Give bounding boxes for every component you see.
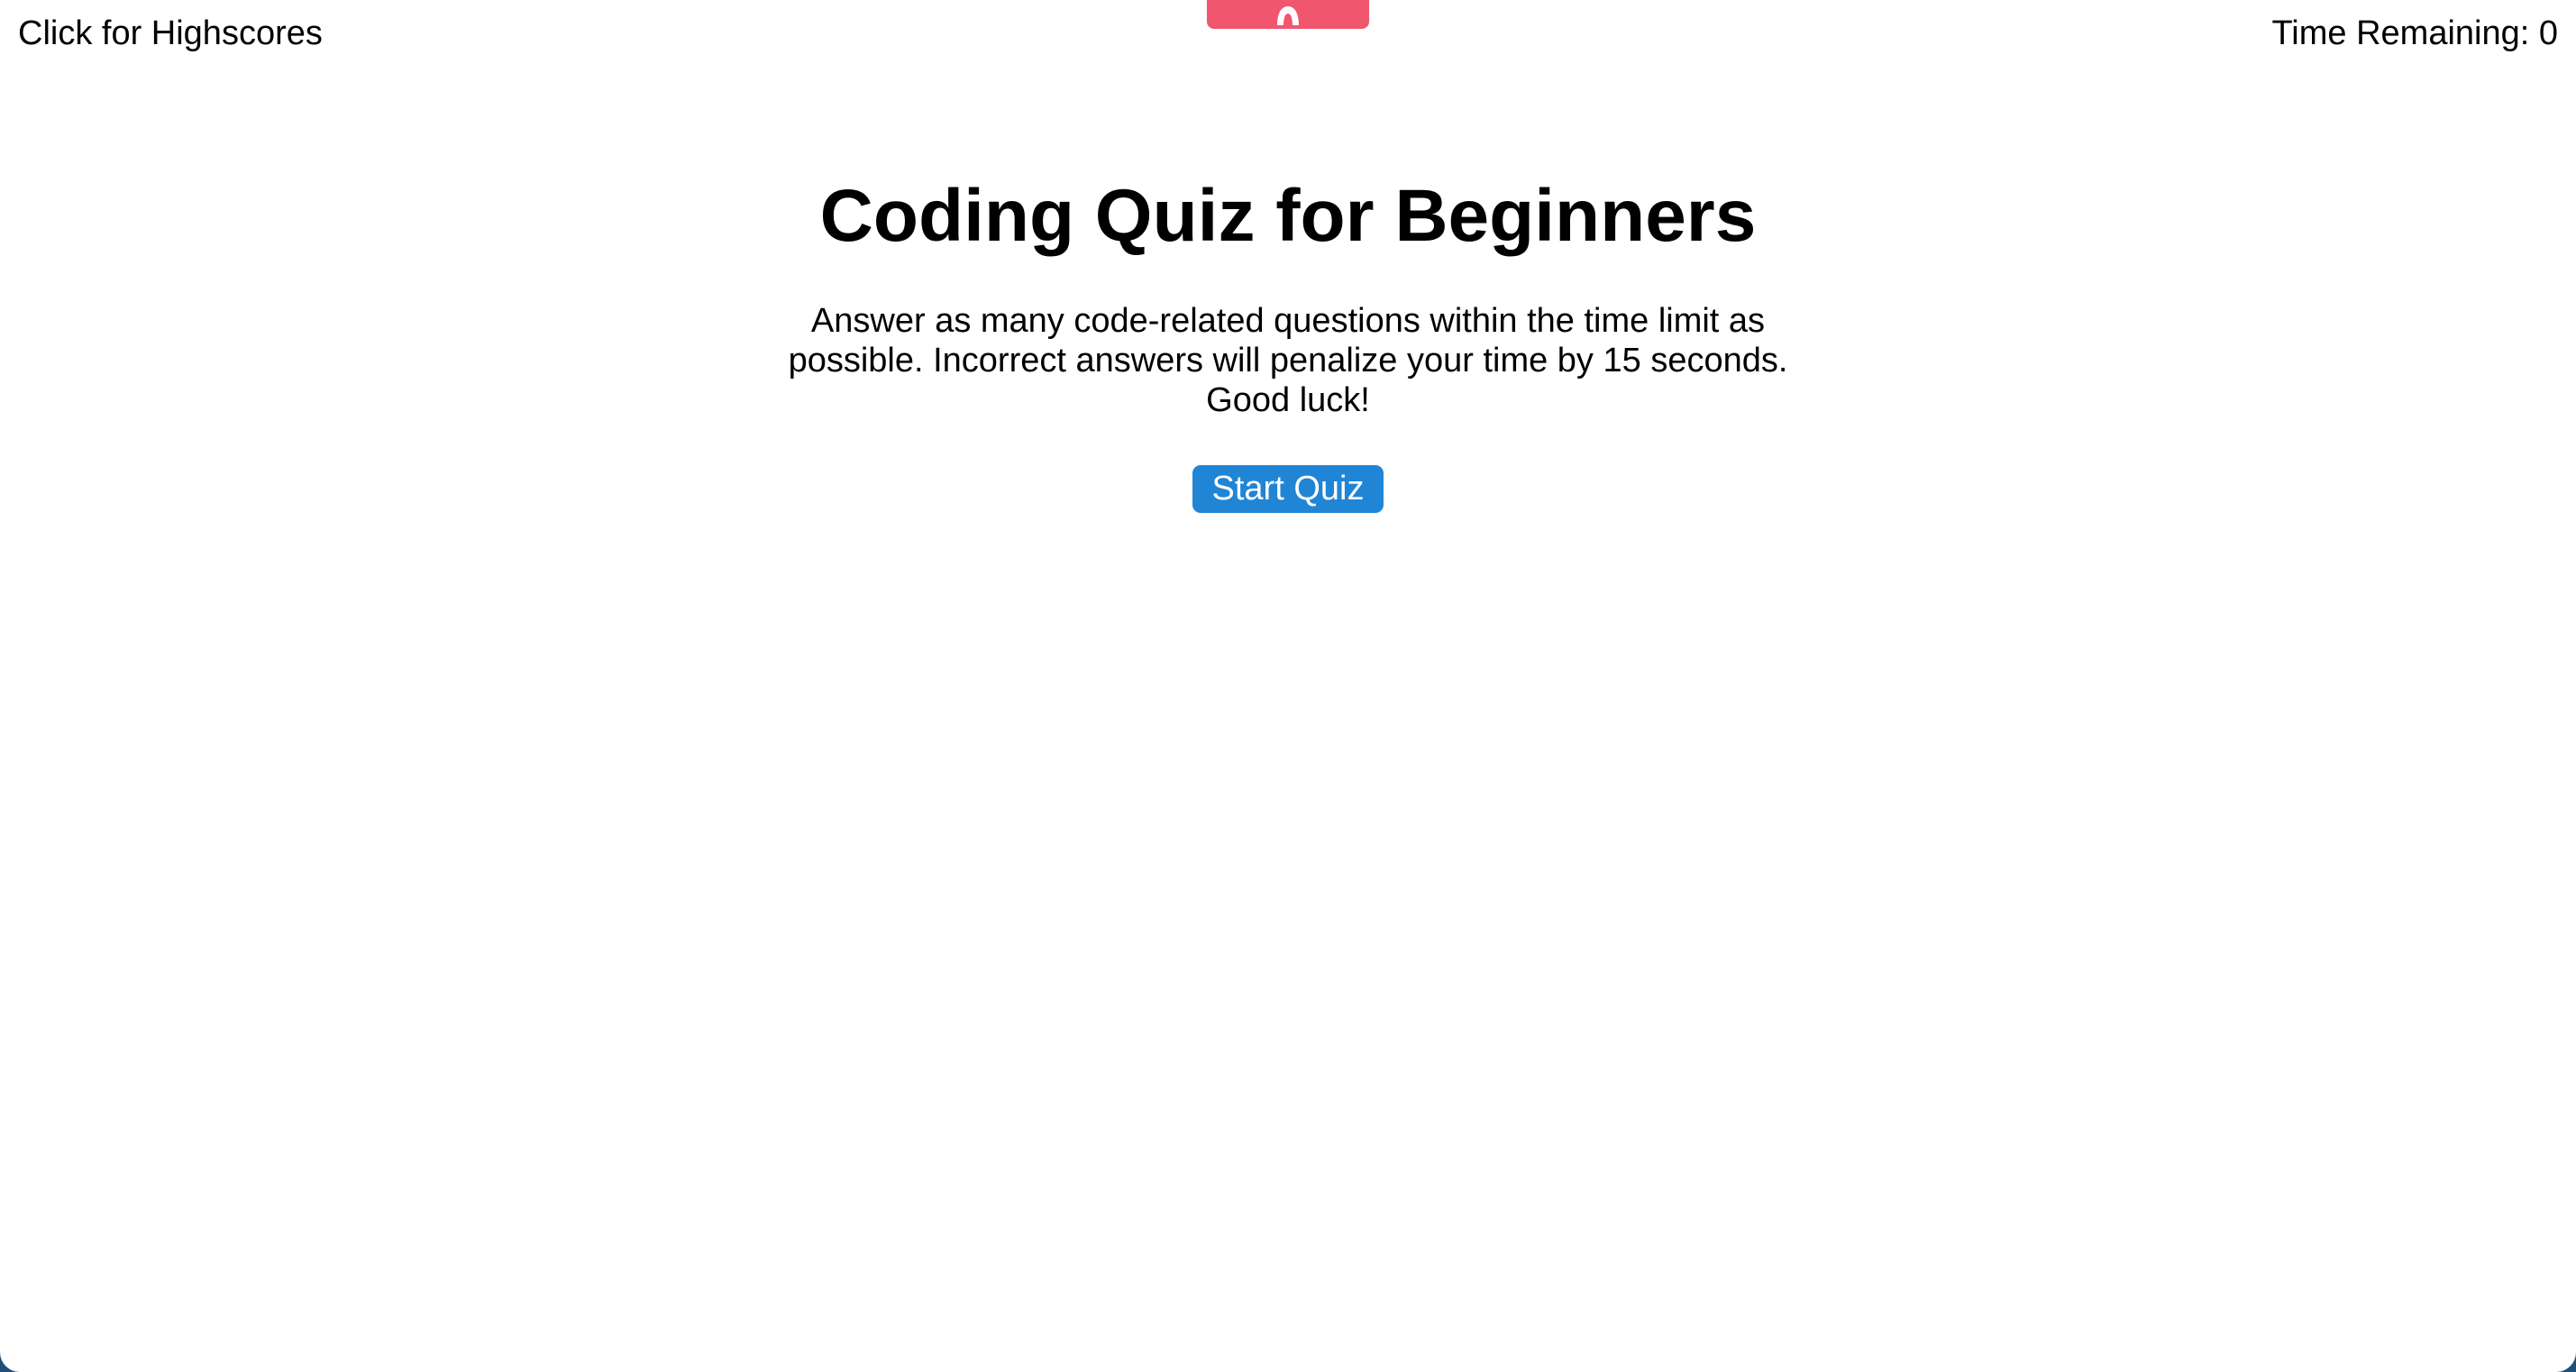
quiz-page: Click for Highscores Time Remaining: 0 C… [0, 0, 2576, 1372]
arch-icon [1277, 6, 1299, 25]
quiz-description: Answer as many code-related questions wi… [788, 302, 1788, 419]
page-title: Coding Quiz for Beginners [819, 175, 1757, 257]
extension-tab[interactable] [1207, 0, 1369, 29]
highscores-link[interactable]: Click for Highscores [18, 11, 323, 56]
start-quiz-button[interactable]: Start Quiz [1192, 465, 1384, 513]
time-remaining: Time Remaining: 0 [2271, 14, 2559, 52]
